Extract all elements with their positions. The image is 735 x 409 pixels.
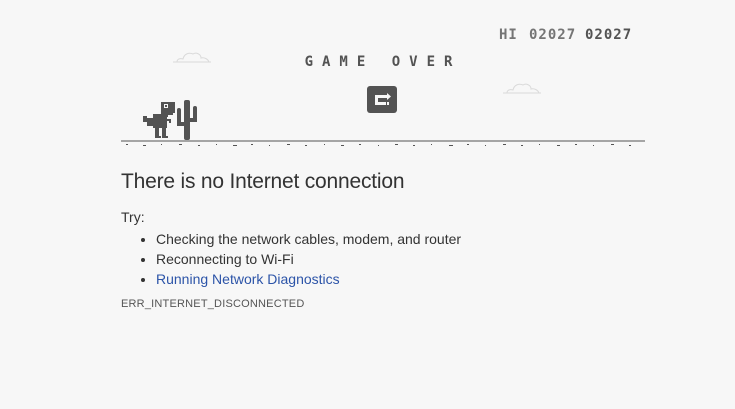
- current-score-value: 02027: [585, 27, 633, 43]
- try-label: Try:: [121, 209, 145, 225]
- restart-icon: [375, 93, 391, 105]
- high-score-value: 02027: [529, 27, 577, 43]
- game-over-text: GAME OVER: [304, 54, 462, 70]
- error-code: ERR_INTERNET_DISCONNECTED: [121, 298, 305, 310]
- ground-line: [121, 135, 645, 146]
- offline-page: HI 02027 02027 GAME OVER There is no Int…: [0, 0, 735, 409]
- restart-button[interactable]: [367, 86, 397, 113]
- suggestion-item: Running Network Diagnostics: [156, 269, 641, 289]
- error-title: There is no Internet connection: [121, 170, 405, 193]
- dino-game-canvas[interactable]: HI 02027 02027 GAME OVER: [121, 20, 645, 150]
- network-diagnostics-link[interactable]: Running Network Diagnostics: [156, 271, 340, 287]
- suggestions-list: Checking the network cables, modem, and …: [121, 229, 641, 289]
- error-message: There is no Internet connection Try: Che…: [121, 170, 641, 310]
- suggestion-item: Reconnecting to Wi-Fi: [156, 249, 641, 269]
- high-score-label: HI: [499, 27, 518, 43]
- cloud-icon: [501, 81, 543, 100]
- suggestion-item: Checking the network cables, modem, and …: [156, 229, 641, 249]
